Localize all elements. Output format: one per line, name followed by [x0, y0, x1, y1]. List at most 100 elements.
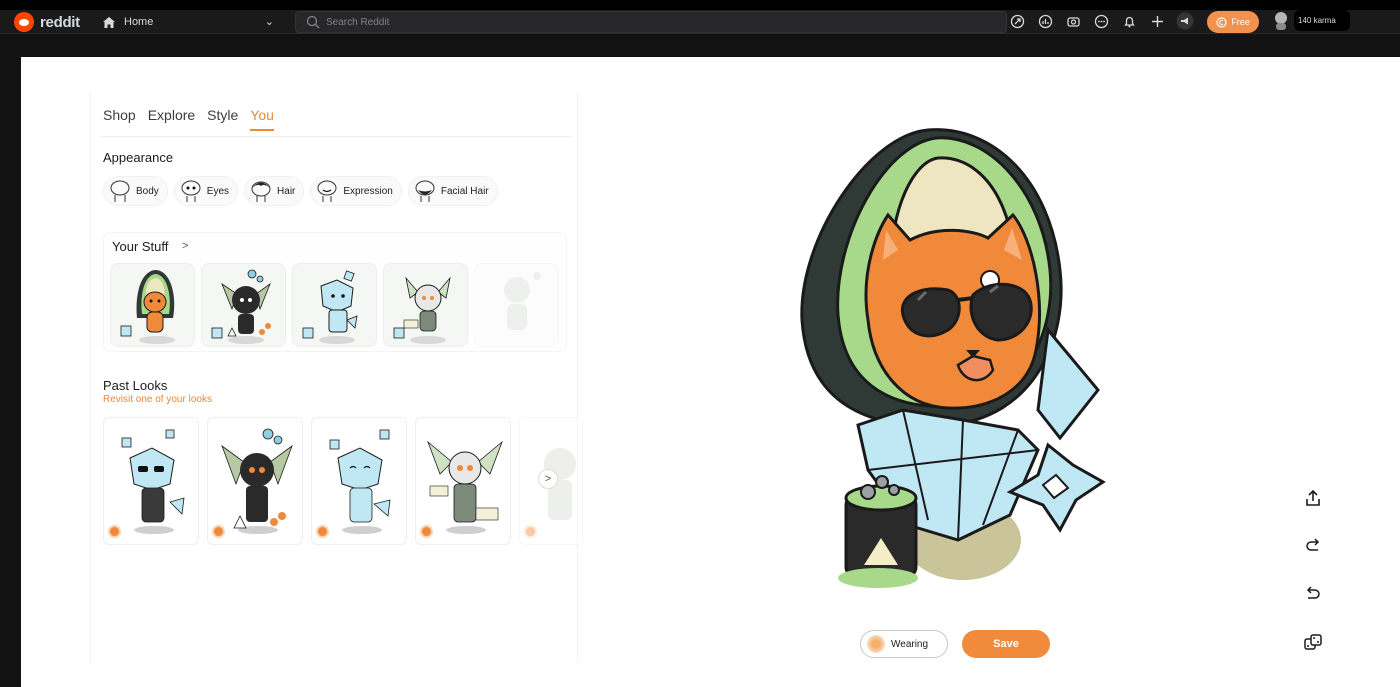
coin-icon	[1216, 16, 1227, 28]
appearance-chips: Body Eyes Hair Expression Facial Hair	[103, 176, 498, 206]
user-avatar-icon	[1275, 11, 1287, 30]
coin-icon	[212, 525, 225, 538]
coin-icon	[108, 525, 121, 538]
undo-button[interactable]	[1300, 581, 1326, 607]
avatar-preview	[800, 128, 1106, 588]
background-strip	[0, 35, 1400, 56]
body-chip[interactable]: Body	[103, 176, 168, 206]
dice-icon	[1304, 634, 1322, 650]
wearing-label: Wearing	[891, 638, 929, 650]
past-look-sunglasses-crystal[interactable]	[103, 417, 199, 545]
body-icon	[110, 180, 130, 202]
tab-shop[interactable]: Shop	[103, 107, 136, 131]
share-icon	[1306, 489, 1320, 506]
eyes-label: Eyes	[206, 185, 230, 197]
eyes-chip[interactable]: Eyes	[173, 176, 239, 206]
chat-icon[interactable]	[1092, 12, 1110, 30]
search-bar[interactable]	[295, 11, 1007, 33]
stuff-item-winged-helmet[interactable]	[383, 263, 468, 347]
tab-explore[interactable]: Explore	[148, 107, 195, 131]
avatar-builder-sidebar: Shop Explore Style You Appearance Body E…	[90, 92, 583, 662]
coins-icon[interactable]	[1064, 12, 1082, 30]
past-look-winged-helmet[interactable]	[415, 417, 511, 545]
potion-jar-top	[844, 484, 918, 512]
popular-icon[interactable]	[1008, 12, 1026, 30]
home-icon	[103, 16, 115, 28]
coin-icon	[316, 525, 329, 538]
sunglasses-left-lens	[900, 287, 961, 338]
facial-hair-chip[interactable]: Facial Hair	[407, 176, 498, 206]
tab-style[interactable]: Style	[207, 107, 238, 131]
expression-icon	[317, 180, 337, 202]
coin-icon	[420, 525, 433, 538]
potion-puddle	[838, 568, 918, 588]
expression-chip[interactable]: Expression	[310, 176, 402, 206]
builder-tabs: Shop Explore Style You	[103, 107, 274, 131]
search-input[interactable]	[326, 16, 926, 28]
plus-icon[interactable]	[1148, 12, 1166, 30]
undo-icon	[1306, 586, 1320, 599]
your-stuff-section: Your Stuff >	[103, 232, 567, 352]
top-navigation-bar: reddit Home ⌄ Free 140 karma	[0, 10, 1400, 34]
chevron-down-icon: ⌄	[264, 16, 274, 28]
window-top-strip	[0, 0, 1400, 10]
bubble-3	[888, 484, 900, 496]
your-stuff-list	[110, 263, 559, 347]
tab-you[interactable]: You	[250, 107, 274, 131]
tabs-divider	[101, 136, 571, 137]
facial-hair-label: Facial Hair	[440, 185, 489, 197]
expression-label: Expression	[343, 185, 393, 197]
bubble-1	[860, 484, 876, 500]
snoo-icon	[14, 12, 34, 32]
sunglasses-bridge	[957, 296, 974, 302]
your-stuff-heading[interactable]: Your Stuff	[112, 239, 168, 254]
search-icon	[306, 15, 320, 29]
chevron-right-icon[interactable]: >	[182, 240, 188, 252]
brand-name: reddit	[40, 13, 80, 31]
past-looks-heading: Past Looks	[103, 378, 168, 393]
save-button[interactable]: Save	[962, 630, 1050, 658]
eyes-icon	[181, 180, 201, 202]
past-look-crystal-smile[interactable]	[311, 417, 407, 545]
bubble-2	[875, 475, 889, 489]
randomize-button[interactable]	[1300, 629, 1326, 655]
wearing-button[interactable]: Wearing	[860, 630, 948, 658]
bell-icon[interactable]	[1120, 12, 1138, 30]
stuff-item-crystal-snoo[interactable]	[292, 263, 377, 347]
home-label: Home	[124, 16, 154, 28]
past-look-winged-dark[interactable]	[207, 417, 303, 545]
topbar-icon-group	[1008, 12, 1194, 30]
stats-icon[interactable]	[1036, 12, 1054, 30]
past-looks-list	[103, 417, 583, 545]
body-label: Body	[136, 185, 159, 197]
home-dropdown[interactable]: Home ⌄	[102, 12, 280, 32]
hair-label: Hair	[277, 185, 296, 197]
coin-icon	[524, 525, 537, 538]
advertise-icon[interactable]	[1176, 12, 1194, 30]
stuff-item-placeholder[interactable]	[474, 263, 559, 347]
wearing-icon	[867, 635, 885, 653]
snoo-silhouette-icon	[504, 272, 541, 330]
sunglasses-right-lens	[969, 282, 1033, 342]
appearance-heading: Appearance	[103, 150, 174, 165]
hair-chip[interactable]: Hair	[244, 176, 305, 206]
winged-helmet-avatar-thumbnail	[393, 276, 451, 344]
stuff-item-dark-robot[interactable]	[201, 263, 286, 347]
user-menu[interactable]: 140 karma	[1272, 10, 1350, 31]
dark-robot-avatar-thumbnail	[211, 269, 271, 344]
cat-egg-avatar-thumbnail	[120, 270, 175, 344]
preview-actions	[1300, 485, 1326, 655]
free-label: Free	[1231, 17, 1250, 27]
reddit-logo[interactable]: reddit	[14, 12, 80, 32]
free-coins-button[interactable]: Free	[1207, 11, 1259, 33]
stuff-item-cat-egg[interactable]	[110, 263, 195, 347]
karma-count: 140 karma	[1294, 10, 1350, 31]
facial-hair-icon	[415, 180, 435, 202]
hair-icon	[251, 181, 271, 202]
redo-button[interactable]	[1300, 533, 1326, 559]
share-button[interactable]	[1300, 485, 1326, 511]
scroll-right-button[interactable]: >	[538, 469, 558, 489]
crystal-arm-right	[1036, 326, 1100, 441]
past-looks-subtitle: Revisit one of your looks	[103, 394, 212, 405]
crystal-snoo-avatar-thumbnail	[302, 270, 358, 344]
